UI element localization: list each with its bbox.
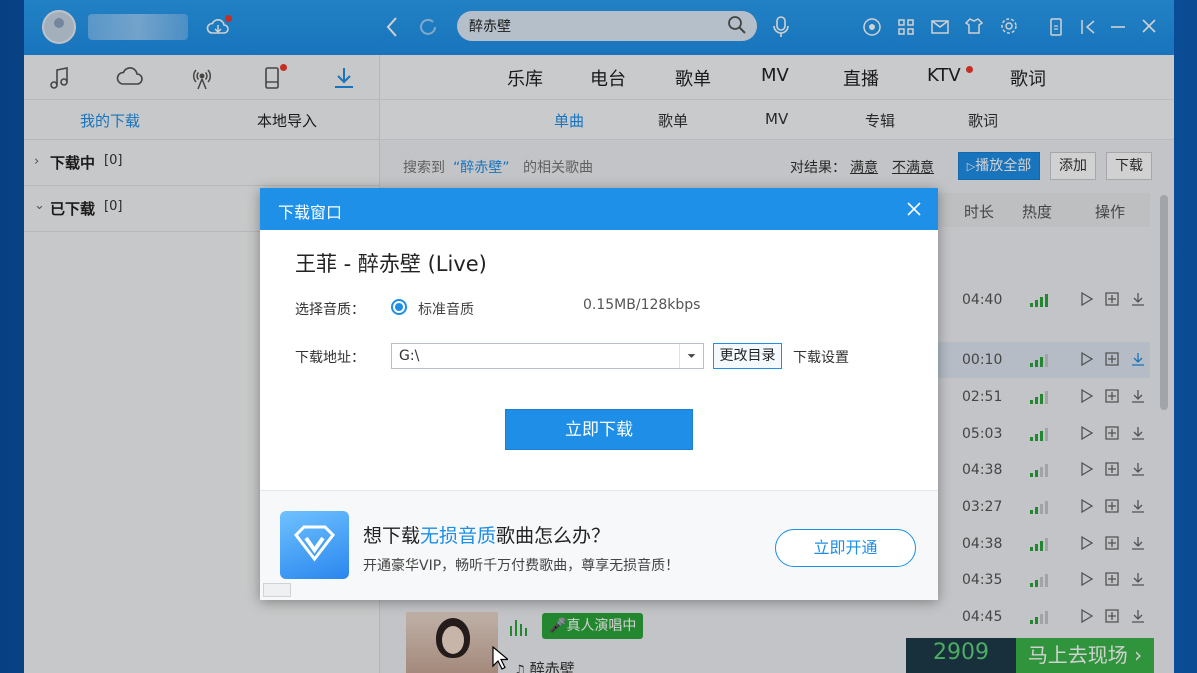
quality-option-label[interactable]: 标准音质 (418, 299, 474, 319)
path-label: 下载地址： (295, 350, 365, 366)
promo-subtitle: 开通豪华VIP，畅听千万付费歌曲，尊享无损音质！ (363, 558, 680, 574)
promo-question: 想下载无损音质歌曲怎么办？ (363, 521, 610, 548)
quality-size: 0.15MB/128kbps (583, 297, 701, 313)
vip-promo: 想下载无损音质歌曲怎么办？ 开通豪华VIP，畅听千万付费歌曲，尊享无损音质！ 立… (260, 490, 938, 600)
mouse-cursor-icon (492, 646, 508, 670)
vip-diamond-icon (280, 511, 349, 579)
ad-tag-icon (263, 583, 291, 597)
download-path-value: G:\ (399, 348, 420, 364)
dialog-header: 下载窗口 (260, 188, 938, 230)
activate-vip-button[interactable]: 立即开通 (775, 529, 916, 567)
promo-q-highlight[interactable]: 无损音质 (420, 525, 496, 547)
quality-label: 选择音质： (295, 302, 365, 318)
quality-radio-standard[interactable] (391, 299, 407, 315)
download-settings-link[interactable]: 下载设置 (793, 347, 849, 367)
song-title: 王菲 - 醉赤壁 (Live) (295, 252, 487, 276)
promo-q-prefix: 想下载 (363, 525, 421, 547)
change-directory-button[interactable]: 更改目录 (713, 343, 782, 369)
download-dialog: 下载窗口 王菲 - 醉赤壁 (Live) 选择音质： 标准音质 0.15MB/1… (260, 188, 938, 600)
dialog-title: 下载窗口 (278, 203, 343, 222)
promo-q-suffix: 歌曲怎么办？ (496, 525, 611, 547)
close-icon[interactable] (904, 199, 924, 219)
dropdown-arrow-icon[interactable] (679, 344, 703, 368)
download-now-button[interactable]: 立即下载 (505, 409, 693, 450)
diamond-v-icon (294, 525, 335, 562)
download-path-select[interactable]: G:\ (391, 343, 704, 369)
